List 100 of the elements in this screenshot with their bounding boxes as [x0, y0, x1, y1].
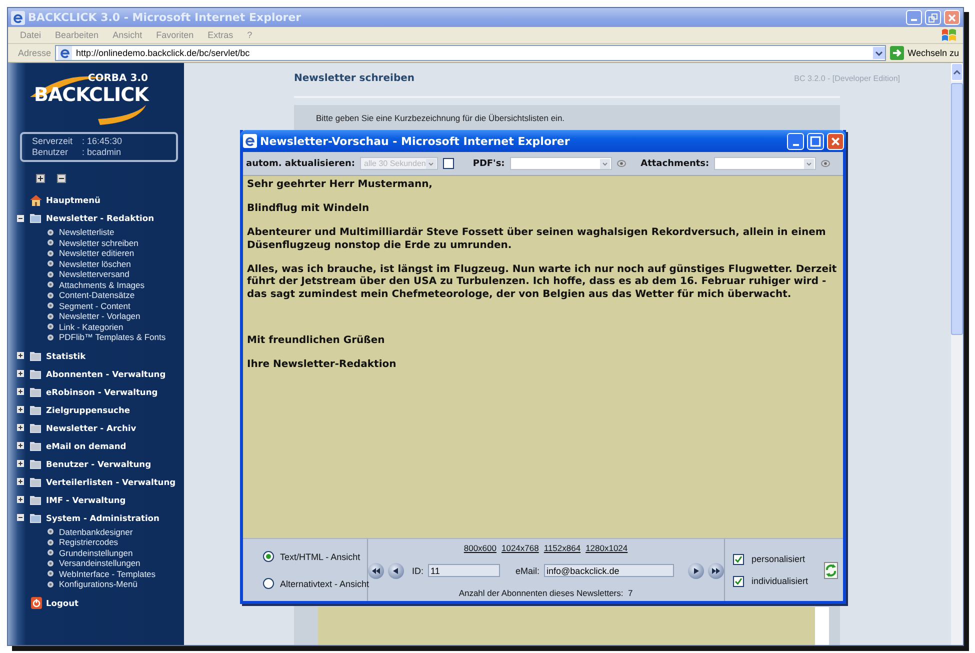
eye-icon[interactable]: [820, 159, 830, 168]
folder-icon: [29, 422, 43, 434]
email-label: eMail:: [516, 566, 540, 576]
plus-icon[interactable]: [17, 406, 24, 413]
expand-all-button[interactable]: [36, 174, 45, 183]
sidebar-item[interactable]: Verteilerlisten - Verwaltung: [46, 476, 176, 486]
minus-icon[interactable]: [17, 214, 24, 222]
sidebar-subitem[interactable]: Content-Datensätze: [59, 290, 135, 300]
view-radio[interactable]: [263, 578, 274, 589]
sidebar-item[interactable]: eMail on demand: [46, 440, 126, 450]
info-label: Serverzeit: [32, 136, 74, 147]
browser-icon: [11, 10, 25, 24]
bullet-icon: [47, 334, 54, 341]
edition-label: BC 3.2.0 - [Developer Edition]: [794, 74, 900, 83]
sidebar-item[interactable]: Logout: [46, 598, 78, 608]
bullet-icon: [47, 270, 54, 278]
sidebar-subitem[interactable]: Newsletter - Vorlagen: [59, 311, 140, 322]
info-value: : 16:45:30: [82, 136, 122, 147]
refresh-icon[interactable]: [824, 562, 838, 578]
house-icon: [29, 194, 43, 206]
scroll-up-icon[interactable]: [953, 69, 961, 75]
first-button[interactable]: [368, 562, 384, 578]
go-button[interactable]: Wechseln zu: [908, 48, 959, 58]
bullet-icon: [47, 260, 54, 268]
close-button[interactable]: [827, 132, 844, 150]
bullet-icon: [47, 570, 54, 578]
address-field[interactable]: http://onlinedemo.backclick.de/bc/servlet/bc: [55, 45, 886, 61]
plus-icon[interactable]: [17, 442, 24, 449]
option-checkbox[interactable]: [732, 576, 744, 586]
bullet-icon: [47, 549, 54, 556]
sidebar-subitem[interactable]: Newsletterliste: [59, 227, 114, 238]
sidebar-item[interactable]: eRobinson - Verwaltung: [46, 386, 158, 396]
sidebar-subitem[interactable]: Datenbankdesigner: [59, 526, 133, 537]
go-arrow-icon[interactable]: [890, 46, 904, 60]
minus-icon: [58, 175, 65, 182]
auto-refresh-checkbox[interactable]: [442, 158, 454, 169]
sidebar-subitem[interactable]: Konfigurations-Menü: [59, 579, 138, 590]
plus-icon[interactable]: [17, 352, 24, 359]
sidebar-item[interactable]: Newsletter - Archiv: [46, 422, 136, 432]
scrollbar[interactable]: [951, 63, 963, 645]
sidebar-subitem[interactable]: WebInterface - Templates: [59, 568, 156, 579]
resolution-link[interactable]: 1024x768: [502, 543, 539, 553]
preview-paragraph: Blindflug mit Windeln: [247, 203, 370, 216]
logo-wordmark: BACKCLICK: [34, 84, 150, 106]
sidebar-subitem[interactable]: Attachments & Images: [59, 280, 145, 290]
sidebar-subitem[interactable]: Newsletter schreiben: [59, 238, 138, 248]
minus-icon[interactable]: [17, 514, 24, 521]
sidebar-subitem[interactable]: Registriercodes: [59, 537, 118, 548]
sidebar-item[interactable]: Newsletter - Redaktion: [46, 213, 154, 223]
resolution-link[interactable]: 1152x864: [544, 543, 581, 553]
double-arrow-icon: [710, 566, 721, 576]
sidebar-item[interactable]: Statistik: [46, 350, 86, 360]
sidebar-subitem[interactable]: Newsletterversand: [59, 269, 130, 280]
sidebar-item[interactable]: Hauptmenü: [46, 195, 100, 205]
next-button[interactable]: [688, 562, 704, 578]
eye-icon[interactable]: [616, 159, 626, 168]
plus-icon[interactable]: [17, 496, 24, 503]
view-label: Alternativtext - Ansicht: [280, 578, 370, 588]
sidebar-subitem[interactable]: Segment - Content: [59, 300, 130, 311]
folder-icon: [29, 494, 43, 506]
bullet-icon: [47, 239, 54, 246]
plus-icon[interactable]: [17, 478, 24, 485]
resolution-link[interactable]: 800x600: [464, 543, 496, 553]
sidebar-item[interactable]: Zielgruppensuche: [46, 404, 130, 414]
bullet-icon: [47, 538, 54, 546]
flag-icon: [941, 28, 957, 42]
minimize-button[interactable]: [906, 10, 922, 25]
sidebar-item[interactable]: IMF - Verwaltung: [46, 494, 126, 504]
sidebar-subitem[interactable]: Link - Kategorien: [59, 322, 124, 332]
option-checkbox[interactable]: [732, 554, 744, 564]
bullet-icon: [47, 323, 54, 330]
last-button[interactable]: [708, 562, 724, 578]
sidebar-subitem[interactable]: PDFlib™ Templates & Fonts: [59, 332, 166, 342]
sidebar-subitem[interactable]: Grundeinstellungen: [59, 548, 133, 558]
sidebar-item[interactable]: System - Administration: [46, 512, 160, 522]
bullet-icon: [47, 292, 54, 299]
minimize-button[interactable]: [787, 132, 804, 150]
address-label: Adresse: [18, 48, 52, 58]
sidebar-subitem[interactable]: Newsletter editieren: [59, 248, 134, 258]
plus-icon[interactable]: [17, 388, 24, 395]
view-radio[interactable]: [263, 551, 274, 562]
previous-button[interactable]: [388, 562, 404, 578]
maximize-button[interactable]: [807, 132, 824, 150]
plus-icon[interactable]: [17, 370, 24, 377]
sidebar-item[interactable]: Abonnenten - Verwaltung: [46, 368, 166, 378]
plus-icon[interactable]: [17, 424, 24, 431]
plus-icon[interactable]: [17, 460, 24, 467]
sidebar-subitem[interactable]: Versandeinstellungen: [59, 558, 140, 568]
preview-paragraph: Alles, was ich brauche, ist längst im Flugzeug. Nun warte ich nur noch auf günstiges Flugwetter. Derzeit führt der Jetstream über den USA zu Turbulenzen. Ich hoffe, dass es ab dem 16. Februar ruhiger wird - das sagt zumindest mein Chefmeteorologe, der von Belgien aus das Wetter für mich überwacht.: [247, 264, 838, 301]
sidebar-item[interactable]: Benutzer - Verwaltung: [46, 458, 152, 468]
collapse-all-button[interactable]: [57, 174, 66, 183]
restore-button[interactable]: [925, 10, 941, 25]
pdf-label: PDF's:: [472, 158, 505, 168]
resolution-link[interactable]: 1280x1024: [586, 543, 628, 553]
id-field[interactable]: 11: [428, 564, 500, 577]
view-label: Text/HTML - Ansicht: [280, 552, 360, 562]
sidebar-subitem[interactable]: Newsletter löschen: [59, 258, 131, 269]
email-field[interactable]: info@backclick.de: [544, 564, 674, 577]
browser-icon: [243, 134, 257, 148]
info-label: Benutzer: [32, 147, 70, 158]
